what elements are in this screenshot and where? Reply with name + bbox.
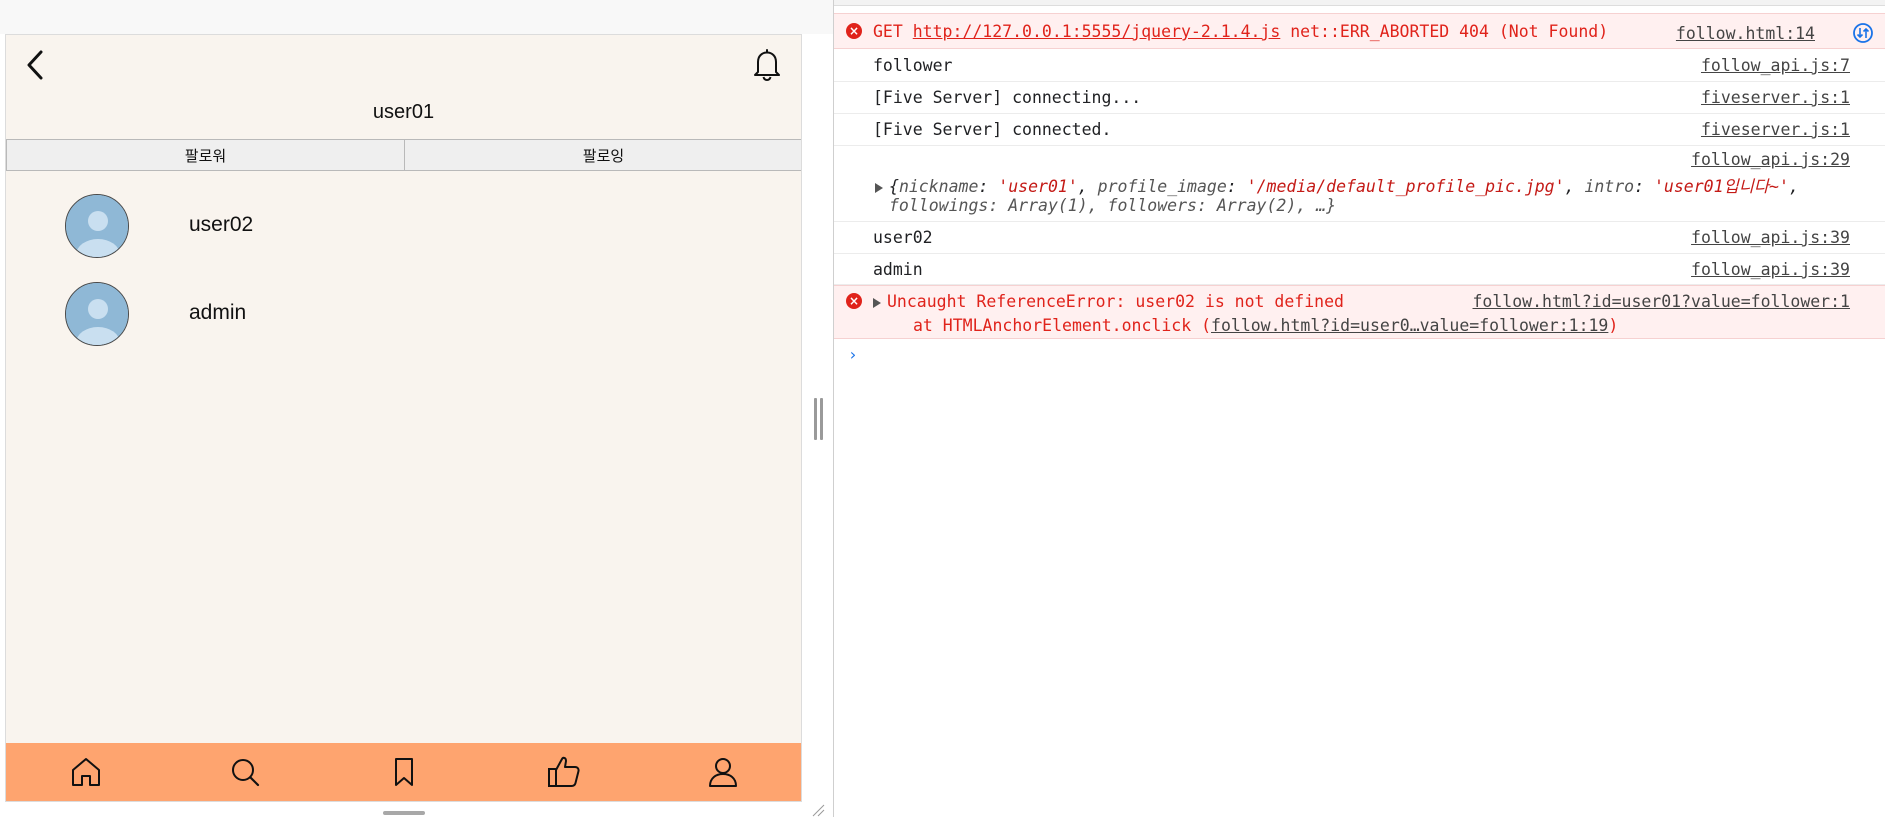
- tab-following[interactable]: 팔로잉: [405, 139, 801, 171]
- source-link[interactable]: fiveserver.js:1: [1701, 88, 1850, 107]
- expand-triangle-icon[interactable]: [875, 182, 883, 193]
- source-link[interactable]: fiveserver.js:1: [1701, 120, 1850, 139]
- network-request-icon[interactable]: [1852, 22, 1874, 44]
- object-preview[interactable]: {nickname: 'user01', profile_image: '/me…: [875, 173, 1799, 197]
- error-message[interactable]: Uncaught ReferenceError: user02 is not d…: [873, 292, 1344, 311]
- console-message-text: [Five Server] connected.: [873, 120, 1112, 139]
- console-message-error: × GET http://127.0.0.1:5555/jquery-2.1.4…: [834, 13, 1885, 49]
- devtools-toolbar: [834, 0, 1885, 6]
- stack-trace-line: at HTMLAnchorElement.onclick (follow.htm…: [913, 316, 1619, 335]
- nav-bookmark[interactable]: [374, 743, 434, 801]
- user-name[interactable]: admin: [189, 301, 246, 325]
- follow-tabs: 팔로워 팔로잉: [6, 139, 801, 171]
- console-message-text: admin: [873, 260, 923, 279]
- error-icon: ×: [846, 293, 862, 309]
- console-message-object: follow_api.js:29 {nickname: 'user01', pr…: [834, 146, 1885, 222]
- chevron-left-icon: [27, 50, 43, 80]
- nav-home[interactable]: [56, 743, 116, 801]
- expand-triangle-icon[interactable]: [873, 297, 881, 308]
- device-preview-area: user01 팔로워 팔로잉 user02 admin: [0, 0, 833, 817]
- stack-trace-link[interactable]: follow.html?id=user0…value=follower:1:19: [1211, 316, 1608, 335]
- source-link[interactable]: follow.html:14: [1676, 24, 1815, 43]
- error-icon: ×: [846, 23, 862, 39]
- object-preview-continued: followings: Array(1), followers: Array(2…: [889, 196, 1337, 215]
- profile-title: user01: [372, 101, 435, 123]
- home-icon: [71, 758, 100, 786]
- console-message-log: admin follow_api.js:39: [834, 254, 1885, 285]
- avatar: [65, 282, 129, 346]
- avatar: [65, 194, 129, 258]
- console-message-log: user02 follow_api.js:39: [834, 222, 1885, 254]
- app-header: user01: [6, 35, 801, 137]
- console-prompt[interactable]: ›: [848, 345, 858, 364]
- console-message-text: GET http://127.0.0.1:5555/jquery-2.1.4.j…: [873, 22, 1609, 41]
- console-message-text: [Five Server] connecting...: [873, 88, 1142, 107]
- user-icon: [709, 758, 738, 787]
- devtools-console-panel: × GET http://127.0.0.1:5555/jquery-2.1.4…: [833, 0, 1885, 817]
- search-icon: [232, 759, 260, 787]
- preview-top-strip: [0, 0, 833, 34]
- console-message-error: × Uncaught ReferenceError: user02 is not…: [834, 285, 1885, 339]
- source-link[interactable]: follow_api.js:29: [1691, 150, 1850, 169]
- list-item[interactable]: user02: [6, 191, 801, 279]
- bell-icon: [754, 49, 780, 81]
- notifications-button[interactable]: [749, 44, 785, 84]
- default-avatar-icon: [66, 195, 128, 257]
- thumbs-up-icon: [547, 756, 580, 787]
- request-url-link[interactable]: http://127.0.0.1:5555/jquery-2.1.4.js: [913, 22, 1281, 41]
- nav-profile[interactable]: [693, 743, 753, 801]
- source-link[interactable]: follow.html?id=user01?value=follower:1: [1473, 292, 1851, 311]
- nav-like[interactable]: [534, 743, 594, 801]
- console-message-log: follower follow_api.js:7: [834, 50, 1885, 82]
- console-message-text: user02: [873, 228, 933, 247]
- nav-search[interactable]: [215, 743, 275, 801]
- console-message-log: [Five Server] connected. fiveserver.js:1: [834, 114, 1885, 146]
- console-message-log: [Five Server] connecting... fiveserver.j…: [834, 82, 1885, 114]
- bottom-navigation: [6, 743, 801, 801]
- panel-splitter-handle[interactable]: [814, 398, 823, 440]
- user-list: user02 admin: [6, 191, 801, 367]
- console-message-text: follower: [873, 56, 953, 75]
- list-item[interactable]: admin: [6, 279, 801, 367]
- bookmark-icon: [395, 758, 414, 786]
- source-link[interactable]: follow_api.js:39: [1691, 260, 1850, 279]
- mobile-app-frame: user01 팔로워 팔로잉 user02 admin: [5, 34, 802, 802]
- user-name[interactable]: user02: [189, 213, 253, 237]
- vertical-resize-handle[interactable]: [383, 811, 425, 815]
- tab-followers[interactable]: 팔로워: [6, 139, 405, 171]
- resize-corner-icon[interactable]: [811, 803, 825, 817]
- source-link[interactable]: follow_api.js:39: [1691, 228, 1850, 247]
- source-link[interactable]: follow_api.js:7: [1701, 56, 1850, 75]
- default-avatar-icon: [66, 283, 128, 345]
- back-button[interactable]: [18, 45, 52, 85]
